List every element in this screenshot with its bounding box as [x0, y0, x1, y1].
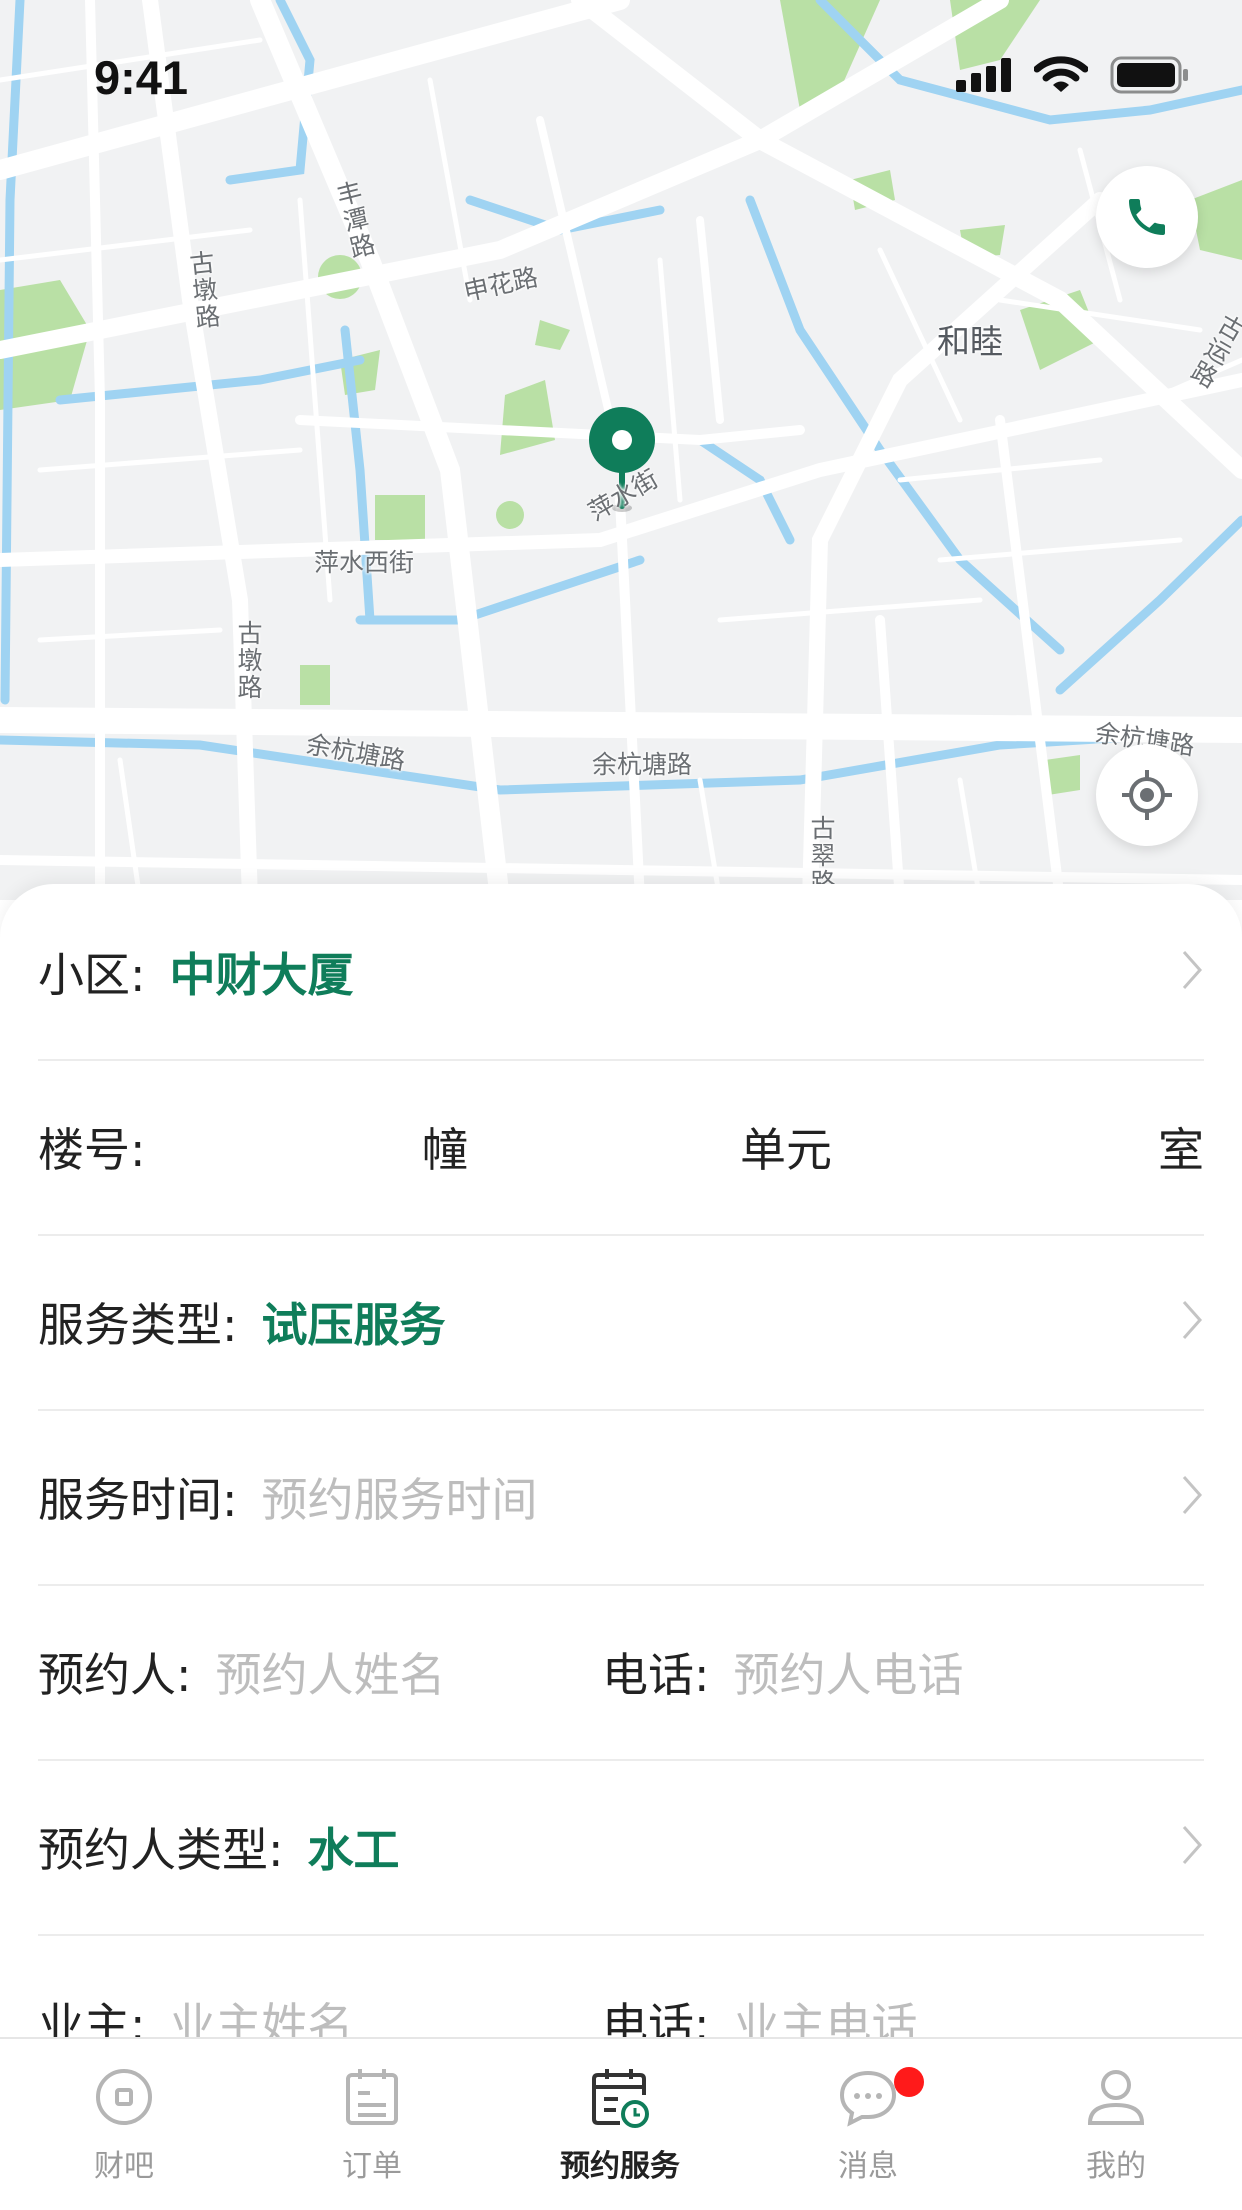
crosshair-icon — [1122, 770, 1172, 820]
owner-phone-field[interactable]: 电话: 业主电话 — [602, 1989, 918, 2041]
coin-icon — [96, 2069, 152, 2125]
building-number-input[interactable] — [188, 1059, 408, 1234]
map-label-road: 古墩路 — [234, 620, 263, 701]
owner-name-placeholder: 业主姓名 — [169, 1997, 354, 2041]
tab-orders[interactable]: 订单 — [248, 2039, 496, 2210]
service-time-label: 服务时间: — [38, 1472, 238, 1527]
booker-type-label: 预约人类型: — [38, 1822, 284, 1877]
booker-name-field[interactable]: 预约人: 预约人姓名 — [38, 1639, 446, 1705]
booker-phone-label: 电话: — [602, 1647, 710, 1702]
tab-caiba[interactable]: 财吧 — [0, 2039, 248, 2210]
chevron-right-icon — [1182, 951, 1203, 989]
tab-booking-service[interactable]: 预约服务 — [496, 2039, 744, 2210]
call-button[interactable] — [1096, 166, 1198, 268]
tab-label: 订单 — [342, 2149, 402, 2184]
booking-form-sheet: 小区: 中财大厦 楼号: 幢 单元 室 服务类型: 试压服务 服务时间: 预约服… — [0, 884, 1242, 2040]
status-bar: 9:41 — [0, 0, 1242, 132]
status-time: 9:41 — [94, 51, 189, 104]
chevron-right-icon — [1182, 1476, 1203, 1514]
user-icon — [1087, 2070, 1145, 2125]
service-type-value: 试压服务 — [261, 1297, 446, 1352]
service-type-label: 服务类型: — [38, 1297, 238, 1352]
status-icons — [956, 56, 1190, 94]
map-label-area: 和睦 — [937, 322, 1003, 361]
owner-name-field[interactable]: 业主: 业主姓名 — [38, 1989, 354, 2041]
booker-type-value: 水工 — [307, 1822, 400, 1877]
building-label: 楼号: — [38, 1122, 146, 1177]
community-value: 中财大厦 — [169, 947, 354, 1002]
signal-icon — [956, 58, 1011, 92]
service-time-placeholder: 预约服务时间 — [261, 1472, 538, 1527]
unit-number-input[interactable] — [478, 1059, 728, 1234]
locate-button[interactable] — [1096, 744, 1198, 846]
chat-icon — [839, 2070, 897, 2127]
tab-label: 财吧 — [94, 2149, 154, 2184]
building-unit-suffix: 幢 — [422, 1122, 468, 1177]
booker-name-placeholder: 预约人姓名 — [215, 1647, 446, 1702]
service-type-row[interactable]: 服务类型: 试压服务 — [38, 1234, 1204, 1411]
tab-messages[interactable]: 消息 — [744, 2039, 992, 2210]
battery-icon — [1110, 56, 1188, 94]
booker-type-row[interactable]: 预约人类型: 水工 — [38, 1759, 1204, 1936]
tab-label: 消息 — [838, 2149, 898, 2184]
community-row[interactable]: 小区: 中财大厦 — [38, 884, 1204, 1061]
order-icon — [346, 2069, 398, 2125]
tab-bar: 财吧 订单 预约服务 消息 我的 — [0, 2037, 1242, 2210]
chevron-right-icon — [1182, 1301, 1203, 1339]
phone-icon — [1129, 199, 1165, 235]
community-label: 小区: — [38, 947, 146, 1002]
wifi-icon — [1034, 56, 1088, 92]
tab-mine[interactable]: 我的 — [992, 2039, 1240, 2210]
booker-phone-placeholder: 预约人电话 — [733, 1647, 964, 1702]
service-time-row[interactable]: 服务时间: 预约服务时间 — [38, 1409, 1204, 1586]
owner-phone-placeholder: 业主电话 — [733, 1997, 918, 2041]
unit-suffix: 单元 — [740, 1122, 832, 1177]
building-row: 楼号: 幢 单元 室 — [38, 1059, 1204, 1236]
room-number-input[interactable] — [848, 1059, 1148, 1234]
booker-row: 预约人: 预约人姓名 电话: 预约人电话 — [38, 1584, 1204, 1761]
tab-label: 我的 — [1086, 2149, 1146, 2184]
room-suffix: 室 — [1158, 1122, 1204, 1177]
tab-label: 预约服务 — [560, 2149, 680, 2184]
booker-phone-field[interactable]: 电话: 预约人电话 — [602, 1639, 964, 1705]
calendar-clock-icon — [592, 2069, 649, 2128]
chevron-right-icon — [1182, 1826, 1203, 1864]
map-label-road: 萍水西街 — [314, 548, 415, 577]
owner-phone-label: 电话: — [602, 1997, 710, 2041]
booker-label: 预约人: — [38, 1647, 192, 1702]
map-label-road: 余杭塘路 — [592, 750, 693, 779]
map-view[interactable]: 丰潭路 古墩路 申花路 和睦 古运路 萍水街 萍水西街 古墩路 余杭塘路 余杭塘… — [0, 0, 1242, 900]
owner-row: 业主: 业主姓名 电话: 业主电话 — [38, 1934, 1204, 2041]
owner-label: 业主: — [38, 1997, 146, 2041]
unread-badge — [894, 2067, 924, 2097]
